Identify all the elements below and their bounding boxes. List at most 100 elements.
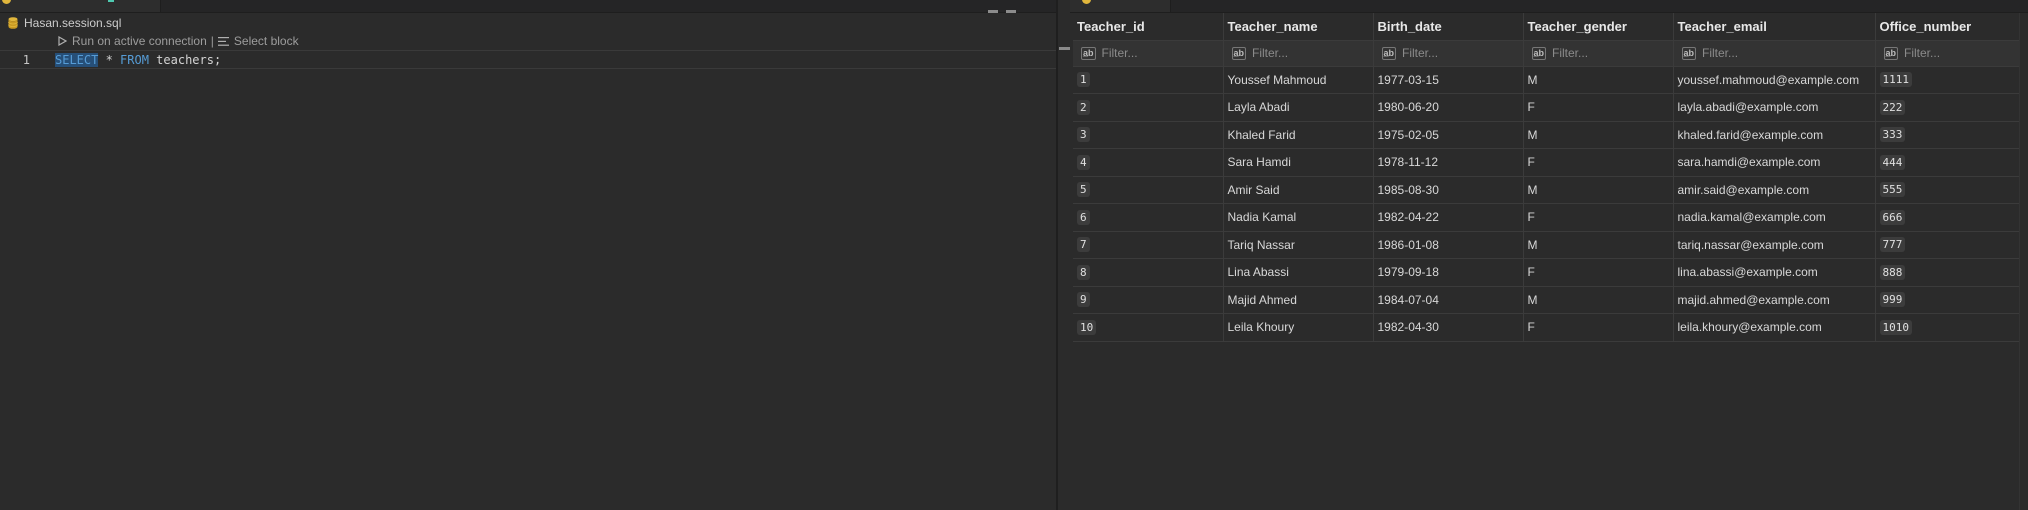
table-cell-teacher-id[interactable]: 2 (1073, 93, 1224, 122)
table-cell-teacher-id[interactable]: 8 (1073, 258, 1224, 287)
table-cell-teacher-name[interactable]: Amir Said (1223, 176, 1374, 204)
split-editor-icon[interactable] (988, 10, 998, 13)
table-cell-teacher-id[interactable]: 1 (1073, 66, 1224, 94)
table-row[interactable]: 3 Khaled Farid 1975-02-05 Mkhaled.farid@exa… (1073, 121, 2021, 149)
table-cell-teacher-email[interactable]: youssef.mahmoud@example.com (1673, 66, 1876, 94)
table-cell-birth-date[interactable]: 1982-04-30 (1373, 313, 1524, 342)
results-scrollbar[interactable] (2019, 13, 2028, 510)
column-header-birth-date[interactable]: Birth_date (1373, 13, 1524, 41)
table-cell-teacher-name[interactable]: Khaled Farid (1223, 121, 1374, 149)
column-header-teacher-name[interactable]: Teacher_name (1223, 13, 1374, 41)
sql-code[interactable]: SELECT * FROM teachers; (55, 51, 221, 69)
splitter-bar[interactable] (1056, 0, 1058, 510)
column-header-teacher-id[interactable]: Teacher_id (1073, 13, 1224, 41)
filter-input[interactable]: a̲b Filter... (1678, 46, 1875, 60)
table-row[interactable]: 5 Amir Said 1985-08-30 Mamir.said@example.c… (1073, 176, 2021, 204)
table-row[interactable]: 1 Youssef Mahmoud 1977-03-15 Myoussef.mahmo… (1073, 66, 2021, 94)
table-cell-teacher-name[interactable]: Youssef Mahmoud (1223, 66, 1374, 94)
breadcrumb-file[interactable]: Hasan.session.sql (24, 16, 121, 30)
pane-splitter[interactable] (1056, 0, 1071, 510)
table-cell-teacher-id[interactable]: 10 (1073, 313, 1224, 342)
table-cell-office-number[interactable]: 1111 (1875, 66, 2021, 94)
column-header-office-number[interactable]: Office_number (1875, 13, 2021, 41)
table-row[interactable]: 4 Sara Hamdi 1978-11-12 Fsara.hamdi@example… (1073, 148, 2021, 177)
table-cell-birth-date[interactable]: 1979-09-18 (1373, 258, 1524, 287)
table-cell-teacher-id[interactable]: 5 (1073, 176, 1224, 204)
filter-input[interactable]: a̲b Filter... (1528, 46, 1673, 60)
more-actions-icon[interactable] (1006, 10, 1016, 13)
table-cell-teacher-gender[interactable]: M (1523, 121, 1674, 149)
column-header-teacher-gender[interactable]: Teacher_gender (1523, 13, 1674, 41)
table-cell-birth-date[interactable]: 1977-03-15 (1373, 66, 1524, 94)
column-header-teacher-email[interactable]: Teacher_email (1673, 13, 1876, 41)
table-cell-office-number[interactable]: 444 (1875, 148, 2021, 177)
table-row[interactable]: 9 Majid Ahmed 1984-07-04 Mmajid.ahmed@examp… (1073, 286, 2021, 314)
table-cell-teacher-email[interactable]: amir.said@example.com (1673, 176, 1876, 204)
table-row[interactable]: 6 Nadia Kamal 1982-04-22 Fnadia.kamal@examp… (1073, 203, 2021, 232)
table-cell-birth-date[interactable]: 1985-08-30 (1373, 176, 1524, 204)
filter-cell[interactable]: a̲b Filter... (1875, 40, 2021, 67)
table-cell-teacher-id[interactable]: 9 (1073, 286, 1224, 314)
table-cell-teacher-gender[interactable]: M (1523, 231, 1674, 259)
table-cell-teacher-email[interactable]: khaled.farid@example.com (1673, 121, 1876, 149)
table-cell-office-number[interactable]: 222 (1875, 93, 2021, 122)
table-cell-teacher-name[interactable]: Majid Ahmed (1223, 286, 1374, 314)
filter-cell[interactable]: a̲b Filter... (1523, 40, 1674, 67)
filter-cell[interactable]: a̲b Filter... (1673, 40, 1876, 67)
table-cell-birth-date[interactable]: 1978-11-12 (1373, 148, 1524, 177)
table-row[interactable]: 2 Layla Abadi 1980-06-20 Flayla.abadi@examp… (1073, 93, 2021, 122)
table-row[interactable]: 10 Leila Khoury 1982-04-30 Fleila.khoury@ex… (1073, 313, 2021, 342)
table-cell-teacher-email[interactable]: majid.ahmed@example.com (1673, 286, 1876, 314)
code-line[interactable]: 1 SELECT * FROM teachers; (0, 50, 1056, 69)
table-cell-office-number[interactable]: 333 (1875, 121, 2021, 149)
filter-input[interactable]: a̲b Filter... (1228, 46, 1373, 60)
table-cell-teacher-email[interactable]: nadia.kamal@example.com (1673, 203, 1876, 232)
table-cell-teacher-email[interactable]: tariq.nassar@example.com (1673, 231, 1876, 259)
table-cell-office-number[interactable]: 888 (1875, 258, 2021, 287)
table-cell-teacher-email[interactable]: lina.abassi@example.com (1673, 258, 1876, 287)
table-cell-birth-date[interactable]: 1980-06-20 (1373, 93, 1524, 122)
table-cell-office-number[interactable]: 555 (1875, 176, 2021, 204)
editor-tab[interactable] (0, 0, 161, 12)
filter-cell[interactable]: a̲b Filter... (1373, 40, 1524, 67)
table-cell-teacher-email[interactable]: layla.abadi@example.com (1673, 93, 1876, 122)
filter-input[interactable]: a̲b Filter... (1880, 46, 2020, 60)
table-cell-teacher-email[interactable]: leila.khoury@example.com (1673, 313, 1876, 342)
table-cell-teacher-gender[interactable]: F (1523, 93, 1674, 122)
table-cell-teacher-gender[interactable]: F (1523, 148, 1674, 177)
table-cell-office-number[interactable]: 999 (1875, 286, 2021, 314)
table-cell-teacher-gender[interactable]: M (1523, 286, 1674, 314)
table-row[interactable]: 7 Tariq Nassar 1986-01-08 Mtariq.nassar@exa… (1073, 231, 2021, 259)
table-cell-teacher-email[interactable]: sara.hamdi@example.com (1673, 148, 1876, 177)
results-tab[interactable] (1070, 0, 1171, 12)
filter-cell[interactable]: a̲b Filter... (1073, 40, 1224, 67)
table-cell-office-number[interactable]: 1010 (1875, 313, 2021, 342)
filter-input[interactable]: a̲b Filter... (1378, 46, 1523, 60)
table-cell-teacher-id[interactable]: 7 (1073, 231, 1224, 259)
table-cell-teacher-gender[interactable]: F (1523, 313, 1674, 342)
table-cell-teacher-gender[interactable]: F (1523, 258, 1674, 287)
table-cell-teacher-id[interactable]: 4 (1073, 148, 1224, 177)
table-cell-teacher-name[interactable]: Tariq Nassar (1223, 231, 1374, 259)
sql-editor-pane[interactable]: Hasan.session.sql Run on active connecti… (0, 0, 1056, 510)
run-on-active-connection-link[interactable]: Run on active connection (72, 34, 207, 48)
table-cell-office-number[interactable]: 666 (1875, 203, 2021, 232)
filter-cell[interactable]: a̲b Filter... (1223, 40, 1374, 67)
table-cell-birth-date[interactable]: 1982-04-22 (1373, 203, 1524, 232)
table-cell-teacher-id[interactable]: 3 (1073, 121, 1224, 149)
table-cell-teacher-name[interactable]: Leila Khoury (1223, 313, 1374, 342)
table-cell-teacher-name[interactable]: Nadia Kamal (1223, 203, 1374, 232)
table-cell-teacher-id[interactable]: 6 (1073, 203, 1224, 232)
table-cell-teacher-name[interactable]: Layla Abadi (1223, 93, 1374, 122)
table-cell-birth-date[interactable]: 1984-07-04 (1373, 286, 1524, 314)
table-cell-teacher-name[interactable]: Lina Abassi (1223, 258, 1374, 287)
table-cell-office-number[interactable]: 777 (1875, 231, 2021, 259)
table-cell-teacher-name[interactable]: Sara Hamdi (1223, 148, 1374, 177)
table-cell-teacher-gender[interactable]: M (1523, 66, 1674, 94)
table-cell-teacher-gender[interactable]: F (1523, 203, 1674, 232)
filter-input[interactable]: a̲b Filter... (1077, 46, 1222, 60)
table-cell-birth-date[interactable]: 1975-02-05 (1373, 121, 1524, 149)
select-block-link[interactable]: Select block (234, 34, 299, 48)
table-cell-teacher-gender[interactable]: M (1523, 176, 1674, 204)
table-row[interactable]: 8 Lina Abassi 1979-09-18 Flina.abassi@examp… (1073, 258, 2021, 287)
